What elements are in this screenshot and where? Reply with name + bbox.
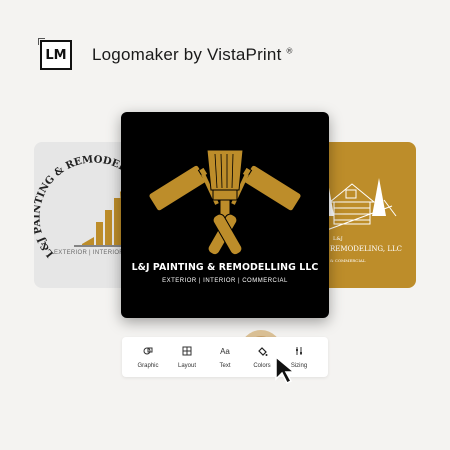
logo-preview-main[interactable] [121, 112, 329, 318]
app-header: LM Logomaker by VistaPrint ® [38, 38, 293, 70]
layout-icon [182, 346, 192, 358]
text-icon: Aa [220, 346, 230, 356]
graphic-icon [143, 346, 153, 358]
brand-name: Logomaker by VistaPrint ® [92, 45, 293, 65]
main-logo-subtitle: EXTERIOR | INTERIOR | COMMERCIAL [162, 278, 288, 284]
right-title: REMODELING, LLC [330, 245, 402, 253]
brand-text: Logomaker by VistaPrint [92, 45, 282, 64]
tool-layout-label: Layout [177, 362, 196, 369]
tool-graphic-label: Graphic [137, 362, 159, 369]
paint-tools-graphic [148, 149, 302, 256]
main-logo-title: L&J PAINTING & REMODELLING LLC [131, 262, 319, 273]
main-logo-art [148, 149, 302, 256]
logomaker-logo: LM [38, 38, 72, 70]
tool-colors-label: Colors [253, 362, 271, 369]
tool-graphic[interactable]: Graphic [128, 337, 168, 377]
tool-text-label: Text [219, 362, 231, 369]
tool-layout[interactable]: Layout [167, 337, 207, 377]
tool-text[interactable]: Aa Text [205, 337, 245, 377]
right-abbr: L&J [333, 236, 343, 242]
mouse-pointer-icon [275, 355, 297, 385]
paint-bucket-icon [257, 346, 268, 358]
trademark-symbol: ® [286, 46, 293, 56]
